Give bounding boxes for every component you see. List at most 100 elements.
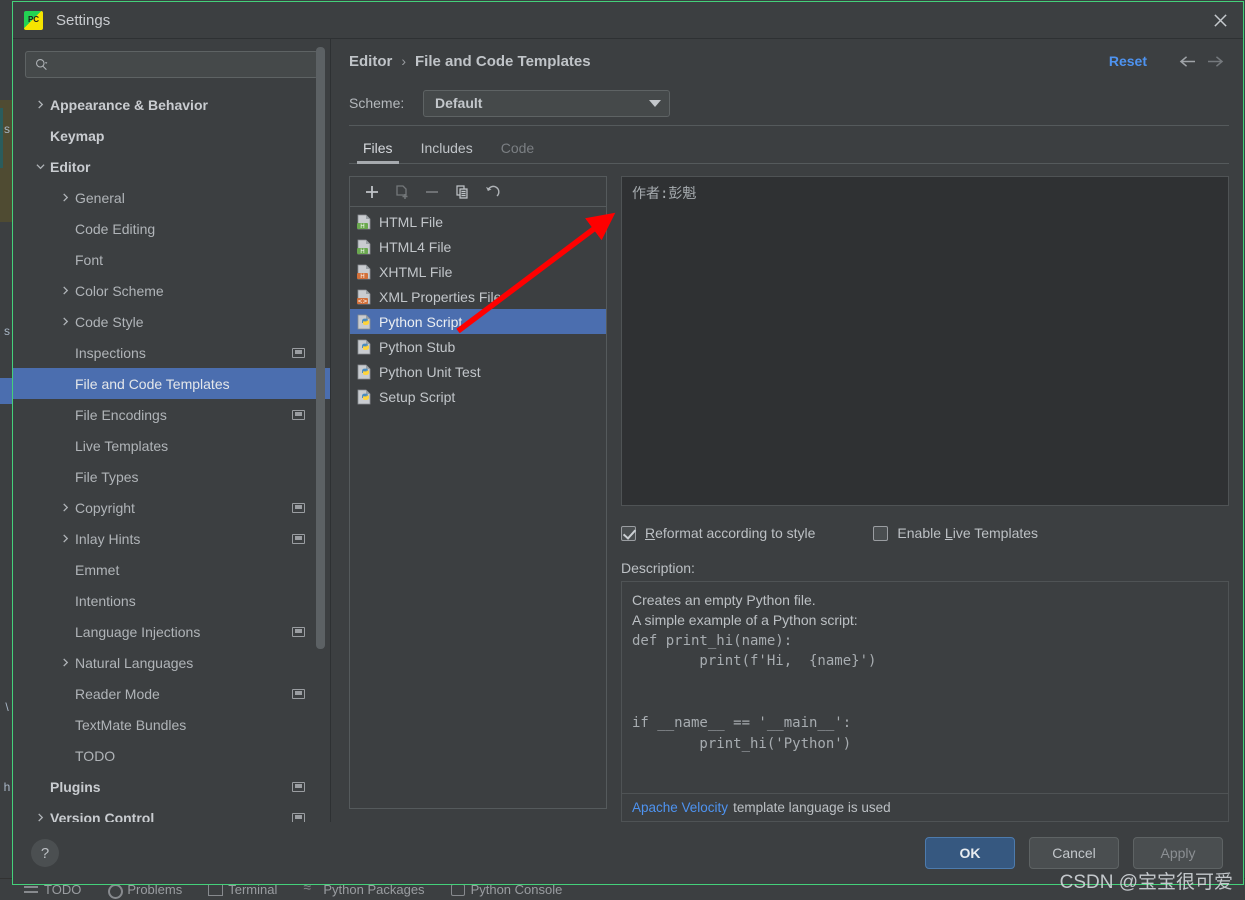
chevron-right-icon[interactable] xyxy=(58,655,73,670)
sidebar-item-label: Editor xyxy=(50,159,90,175)
template-item-html-file[interactable]: HHTML File xyxy=(350,209,606,234)
template-item-setup-script[interactable]: Setup Script xyxy=(350,384,606,409)
ide-highlight-blue xyxy=(0,378,12,404)
sidebar-item-file-and-code-templates[interactable]: File and Code Templates xyxy=(13,368,331,399)
template-detail: 作者:彭魁 Reformat according to style Enable… xyxy=(607,176,1229,822)
html-file-icon: H xyxy=(356,214,372,230)
live-templates-checkbox[interactable]: Enable Live Templates xyxy=(873,525,1038,541)
template-item-label: Python Script xyxy=(379,314,462,330)
sidebar-scrollbar[interactable] xyxy=(316,47,325,649)
template-item-python-script[interactable]: Python Script xyxy=(350,309,606,334)
template-item-html4-file[interactable]: HHTML4 File xyxy=(350,234,606,259)
sidebar-item-label: Font xyxy=(75,252,103,268)
help-button[interactable]: ? xyxy=(31,839,59,867)
sidebar-item-natural-languages[interactable]: Natural Languages xyxy=(13,647,331,678)
apache-velocity-link[interactable]: Apache Velocity xyxy=(632,800,728,815)
tree-spacer xyxy=(58,624,73,639)
arrow-right-icon[interactable] xyxy=(1201,49,1229,73)
checkbox-box xyxy=(621,526,636,541)
close-icon[interactable] xyxy=(1197,2,1243,38)
remove-template-button xyxy=(418,180,446,204)
breadcrumb-editor[interactable]: Editor xyxy=(349,53,392,70)
html-file-icon: H xyxy=(356,239,372,255)
python-file-icon xyxy=(356,314,372,330)
template-item-xhtml-file[interactable]: HXHTML File xyxy=(350,259,606,284)
reset-link[interactable]: Reset xyxy=(1109,53,1147,69)
template-code-editor[interactable]: 作者:彭魁 xyxy=(621,176,1229,506)
copy-template-button[interactable] xyxy=(448,180,476,204)
live-templates-label: Enable Live Templates xyxy=(897,525,1038,541)
scheme-dropdown[interactable]: Default xyxy=(423,90,670,117)
tab-includes[interactable]: Includes xyxy=(407,140,487,163)
chevron-right-icon[interactable] xyxy=(58,314,73,329)
sidebar-item-code-style[interactable]: Code Style xyxy=(13,306,331,337)
settings-sidebar: Appearance & Behavior Keymap Editor General… xyxy=(13,39,331,822)
chevron-right-icon[interactable] xyxy=(33,810,48,822)
sidebar-item-label: TODO xyxy=(75,748,115,764)
sidebar-item-copyright[interactable]: Copyright xyxy=(13,492,331,523)
svg-text:H: H xyxy=(360,223,365,230)
tree-spacer xyxy=(58,438,73,453)
template-item-label: XML Properties File xyxy=(379,289,501,305)
sidebar-item-appearance-behavior[interactable]: Appearance & Behavior xyxy=(13,89,331,120)
chevron-right-icon[interactable] xyxy=(58,500,73,515)
tree-spacer xyxy=(58,717,73,732)
search-box[interactable] xyxy=(25,51,318,78)
sidebar-item-version-control[interactable]: Version Control xyxy=(13,802,331,822)
tab-files[interactable]: Files xyxy=(349,140,407,163)
sidebar-item-inspections[interactable]: Inspections xyxy=(13,337,331,368)
sidebar-item-label: Live Templates xyxy=(75,438,168,454)
project-scope-badge-icon xyxy=(292,410,305,420)
sidebar-item-todo[interactable]: TODO xyxy=(13,740,331,771)
chevron-down-icon[interactable] xyxy=(33,159,48,174)
xml-file-icon: <> xyxy=(356,289,372,305)
ok-button[interactable]: OK xyxy=(925,837,1015,869)
reset-template-button[interactable] xyxy=(478,180,506,204)
sidebar-item-inlay-hints[interactable]: Inlay Hints xyxy=(13,523,331,554)
sidebar-item-reader-mode[interactable]: Reader Mode xyxy=(13,678,331,709)
sidebar-item-label: Intentions xyxy=(75,593,136,609)
sidebar-item-font[interactable]: Font xyxy=(13,244,331,275)
chevron-right-icon[interactable] xyxy=(58,283,73,298)
sidebar-item-code-editing[interactable]: Code Editing xyxy=(13,213,331,244)
revert-icon xyxy=(484,184,500,200)
sidebar-item-editor[interactable]: Editor xyxy=(13,151,331,182)
tree-spacer xyxy=(58,469,73,484)
search-input[interactable] xyxy=(51,57,317,72)
checkbox-box xyxy=(873,526,888,541)
svg-text:H: H xyxy=(360,273,365,280)
sidebar-item-label: General xyxy=(75,190,125,206)
sidebar-item-general[interactable]: General xyxy=(13,182,331,213)
sidebar-item-language-injections[interactable]: Language Injections xyxy=(13,616,331,647)
reformat-checkbox[interactable]: Reformat according to style xyxy=(621,525,815,541)
label-rest: ive Templates xyxy=(953,525,1038,541)
svg-text:<>: <> xyxy=(357,298,367,305)
template-item-python-stub[interactable]: Python Stub xyxy=(350,334,606,359)
sidebar-item-label: Keymap xyxy=(50,128,104,144)
sidebar-item-label: Reader Mode xyxy=(75,686,160,702)
chevron-right-icon[interactable] xyxy=(58,190,73,205)
tree-spacer xyxy=(58,593,73,608)
arrow-left-icon[interactable] xyxy=(1173,49,1201,73)
mnemonic: L xyxy=(945,525,953,541)
sidebar-item-file-encodings[interactable]: File Encodings xyxy=(13,399,331,430)
dialog-footer: ? OK Cancel Apply xyxy=(13,822,1243,884)
template-item-xml-properties-file[interactable]: <> XML Properties File xyxy=(350,284,606,309)
sidebar-item-textmate-bundles[interactable]: TextMate Bundles xyxy=(13,709,331,740)
template-item-python-unit-test[interactable]: Python Unit Test xyxy=(350,359,606,384)
chevron-right-icon[interactable] xyxy=(58,531,73,546)
sidebar-item-plugins[interactable]: Plugins xyxy=(13,771,331,802)
project-scope-badge-icon xyxy=(292,689,305,699)
sidebar-item-color-scheme[interactable]: Color Scheme xyxy=(13,275,331,306)
sidebar-item-file-types[interactable]: File Types xyxy=(13,461,331,492)
chevron-down-icon xyxy=(649,100,661,107)
project-scope-badge-icon xyxy=(292,782,305,792)
sidebar-item-intentions[interactable]: Intentions xyxy=(13,585,331,616)
cancel-button[interactable]: Cancel xyxy=(1029,837,1119,869)
add-template-button[interactable] xyxy=(358,180,386,204)
sidebar-item-keymap[interactable]: Keymap xyxy=(13,120,331,151)
template-item-label: Python Unit Test xyxy=(379,364,481,380)
chevron-right-icon[interactable] xyxy=(33,97,48,112)
sidebar-item-live-templates[interactable]: Live Templates xyxy=(13,430,331,461)
sidebar-item-emmet[interactable]: Emmet xyxy=(13,554,331,585)
